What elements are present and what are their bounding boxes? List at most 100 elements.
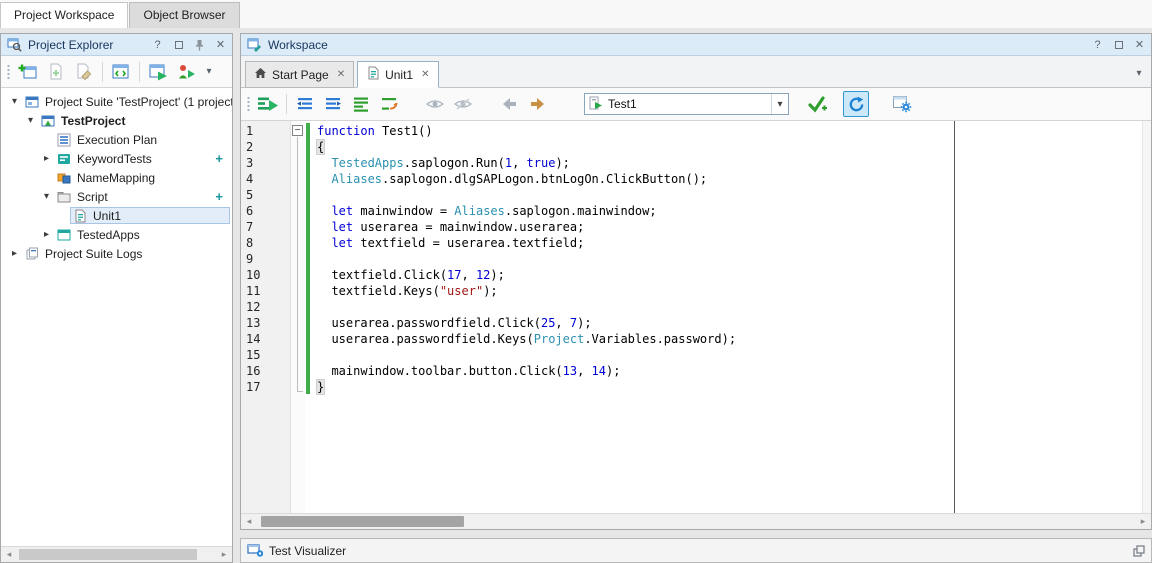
- change-bar-margin: [305, 121, 312, 513]
- code-line[interactable]: textfield.Keys("user");: [317, 283, 1142, 299]
- tree-item-content[interactable]: TestedApps: [54, 226, 230, 243]
- code-line[interactable]: TestedApps.saplogon.Run(1, true);: [317, 155, 1142, 171]
- top-tab-project-workspace[interactable]: Project Workspace: [0, 2, 128, 28]
- toolbar-grip[interactable]: [5, 63, 10, 81]
- run-routine-button[interactable]: [255, 91, 281, 117]
- tree-item-content[interactable]: Project Suite 'TestProject' (1 project): [22, 93, 232, 110]
- fold-collapse-icon[interactable]: −: [292, 125, 303, 136]
- run-project-button[interactable]: [145, 59, 171, 85]
- editor-settings-button[interactable]: [889, 91, 915, 117]
- code-line[interactable]: [317, 251, 1142, 267]
- project-explorer-panel: Project Explorer ? ✕ ▾ ▾Project Suite 'T…: [0, 33, 233, 563]
- code-line[interactable]: }: [317, 379, 1142, 395]
- tree-item-unit1[interactable]: Unit1: [1, 206, 232, 225]
- chevron-right-icon[interactable]: ▸: [39, 153, 54, 164]
- maximize-button[interactable]: [171, 37, 186, 52]
- maximize-button[interactable]: [1111, 37, 1126, 52]
- tree-item-content[interactable]: Script+: [54, 188, 230, 205]
- new-project-suite-button[interactable]: [15, 59, 41, 85]
- tree-item-content[interactable]: NameMapping: [54, 169, 230, 186]
- project-explorer-hscrollbar[interactable]: ◂ ▸: [1, 546, 232, 562]
- help-button[interactable]: ?: [150, 37, 165, 52]
- tree-item-project-suite-testproject-1-project[interactable]: ▾Project Suite 'TestProject' (1 project): [1, 92, 232, 111]
- code-line[interactable]: mainwindow.toolbar.button.Click(13, 14);: [317, 363, 1142, 379]
- tree-item-content[interactable]: Execution Plan: [54, 131, 230, 148]
- visualizer-disable-button[interactable]: [450, 91, 476, 117]
- top-tab-object-browser[interactable]: Object Browser: [129, 2, 239, 28]
- chevron-down-icon[interactable]: ▾: [771, 94, 788, 114]
- format-code-button[interactable]: [348, 91, 374, 117]
- chevron-right-icon[interactable]: ▸: [7, 248, 22, 259]
- scroll-left-icon[interactable]: ◂: [241, 514, 257, 529]
- code-line[interactable]: Aliases.saplogon.dlgSAPLogon.btnLogOn.Cl…: [317, 171, 1142, 187]
- code-line[interactable]: function Test1(): [317, 123, 1142, 139]
- tree-item-content[interactable]: Project Suite Logs: [22, 245, 230, 262]
- navigate-back-button[interactable]: [496, 91, 522, 117]
- tree-item-execution-plan[interactable]: Execution Plan: [1, 130, 232, 149]
- code-line[interactable]: [317, 299, 1142, 315]
- code-line[interactable]: userarea.passwordfield.Keys(Project.Vari…: [317, 331, 1142, 347]
- add-item-button[interactable]: +: [215, 189, 223, 204]
- test-selector[interactable]: Test1 ▾: [584, 93, 789, 115]
- indent-lines-button[interactable]: [320, 91, 346, 117]
- code-lines[interactable]: function Test1(){ TestedApps.saplogon.Ru…: [312, 121, 1142, 513]
- code-line[interactable]: [317, 347, 1142, 363]
- code-line[interactable]: userarea.passwordfield.Click(25, 7);: [317, 315, 1142, 331]
- tree-item-content[interactable]: TestProject: [38, 112, 230, 129]
- scrollbar-thumb[interactable]: [19, 549, 197, 560]
- editor-vscrollbar[interactable]: [1142, 121, 1151, 513]
- close-button[interactable]: ✕: [1132, 37, 1147, 52]
- navigate-forward-button[interactable]: [524, 91, 550, 117]
- toolbar-options-dropdown[interactable]: ▾: [201, 59, 217, 85]
- line-number: 6: [241, 203, 290, 219]
- line-number: 16: [241, 363, 290, 379]
- float-panel-button[interactable]: [1133, 545, 1145, 557]
- toolbar-grip[interactable]: [245, 95, 250, 113]
- code-line[interactable]: textfield.Click(17, 12);: [317, 267, 1142, 283]
- organize-project-items-button[interactable]: [108, 59, 134, 85]
- test-item-icon: [589, 96, 603, 113]
- code-line[interactable]: let mainwindow = Aliases.saplogon.mainwi…: [317, 203, 1142, 219]
- doc-tab-start-page[interactable]: Start Page✕: [245, 61, 354, 88]
- code-editor[interactable]: 1234567891011121314151617 − function Tes…: [241, 121, 1151, 513]
- editor-hscrollbar[interactable]: ◂ ▸: [241, 513, 1151, 529]
- tree-item-testedapps[interactable]: ▸TestedApps: [1, 225, 232, 244]
- chevron-down-icon[interactable]: ▾: [23, 115, 38, 126]
- chevron-right-icon[interactable]: ▸: [39, 229, 54, 240]
- edit-item-button[interactable]: [71, 59, 97, 85]
- run-with-profiling-button[interactable]: [173, 59, 199, 85]
- tree-item-project-suite-logs[interactable]: ▸Project Suite Logs: [1, 244, 232, 263]
- code-line[interactable]: let textfield = userarea.textfield;: [317, 235, 1142, 251]
- refresh-button[interactable]: [843, 91, 869, 117]
- help-button[interactable]: ?: [1090, 37, 1105, 52]
- chevron-down-icon[interactable]: ▾: [39, 191, 54, 202]
- scroll-left-icon[interactable]: ◂: [1, 547, 17, 562]
- close-tab-icon[interactable]: ✕: [421, 69, 429, 80]
- scroll-right-icon[interactable]: ▸: [216, 547, 232, 562]
- scrollbar-thumb[interactable]: [261, 516, 464, 527]
- check-syntax-button[interactable]: [805, 91, 831, 117]
- scroll-right-icon[interactable]: ▸: [1135, 514, 1151, 529]
- close-button[interactable]: ✕: [213, 37, 228, 52]
- test-visualizer-bar[interactable]: Test Visualizer: [240, 538, 1152, 563]
- tree-item-keywordtests[interactable]: ▸KeywordTests+: [1, 149, 232, 168]
- outdent-lines-button[interactable]: [292, 91, 318, 117]
- tree-item-script[interactable]: ▾Script+: [1, 187, 232, 206]
- doc-tab-unit1[interactable]: Unit1✕: [357, 61, 438, 88]
- tree-item-content[interactable]: KeywordTests+: [54, 150, 230, 167]
- code-line[interactable]: [317, 187, 1142, 203]
- tree-item-testproject[interactable]: ▾TestProject: [1, 111, 232, 130]
- add-item-button[interactable]: [43, 59, 69, 85]
- word-wrap-button[interactable]: [376, 91, 402, 117]
- close-tab-icon[interactable]: ✕: [337, 69, 345, 80]
- tree-item-namemapping[interactable]: NameMapping: [1, 168, 232, 187]
- chevron-down-icon[interactable]: ▾: [7, 96, 22, 107]
- add-item-button[interactable]: +: [215, 151, 223, 166]
- tab-list-dropdown[interactable]: ▾: [1131, 68, 1147, 79]
- pin-button[interactable]: [192, 37, 207, 52]
- tree-item-content[interactable]: Unit1: [70, 207, 230, 224]
- code-token: [317, 156, 331, 170]
- visualizer-frames-button[interactable]: [422, 91, 448, 117]
- code-line[interactable]: {: [317, 139, 1142, 155]
- code-line[interactable]: let userarea = mainwindow.userarea;: [317, 219, 1142, 235]
